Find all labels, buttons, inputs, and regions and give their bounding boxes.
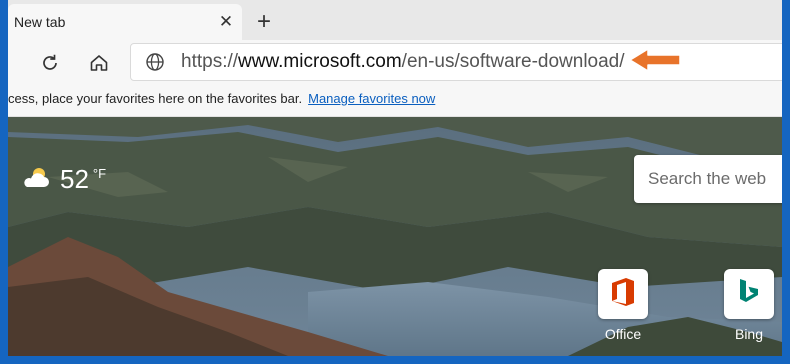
url-scheme: https:// xyxy=(181,51,239,72)
favorites-bar: cess, place your favorites here on the f… xyxy=(8,84,782,117)
tab-strip: New tab ✕ + xyxy=(8,0,782,40)
home-icon[interactable] xyxy=(84,48,114,78)
tab-title: New tab xyxy=(14,14,66,30)
web-search-box[interactable]: Search the web xyxy=(634,155,782,203)
weather-unit: °F xyxy=(92,166,107,181)
close-icon[interactable]: ✕ xyxy=(214,10,238,34)
bing-icon xyxy=(737,278,761,311)
office-icon xyxy=(610,277,636,312)
url-host: www.microsoft.com xyxy=(238,51,402,72)
screenshot-frame: New tab ✕ + https://www.microsoft.com/en… xyxy=(0,0,790,364)
browser-window: New tab ✕ + https://www.microsoft.com/en… xyxy=(8,0,782,356)
tab-new-tab[interactable]: New tab ✕ xyxy=(8,4,242,40)
address-bar[interactable]: https://www.microsoft.com/en-us/software… xyxy=(130,43,782,81)
search-placeholder: Search the web xyxy=(648,169,767,188)
refresh-icon[interactable] xyxy=(35,48,65,78)
quick-link-office-label[interactable]: Office xyxy=(583,326,663,342)
arrow-left-icon xyxy=(628,47,684,73)
manage-favorites-link[interactable]: Manage favorites now xyxy=(308,91,435,106)
url-text[interactable]: https://www.microsoft.com/en-us/software… xyxy=(181,51,625,73)
weather-widget[interactable]: 52 °F xyxy=(20,165,106,196)
favorites-message: cess, place your favorites here on the f… xyxy=(8,91,435,106)
quick-link-office[interactable] xyxy=(598,269,648,319)
plus-icon[interactable]: + xyxy=(250,8,278,36)
quick-link-bing[interactable] xyxy=(724,269,774,319)
landscape-background xyxy=(8,117,782,356)
weather-temperature: 52 xyxy=(60,164,89,194)
url-path: /en-us/software-download/ xyxy=(401,51,625,72)
new-tab-page: 52 °F Search the web Office Bing xyxy=(8,117,782,356)
favorites-message-text: cess, place your favorites here on the f… xyxy=(8,91,303,106)
partly-cloudy-icon xyxy=(20,165,52,196)
globe-icon[interactable] xyxy=(145,52,165,72)
quick-link-bing-label[interactable]: Bing xyxy=(709,326,782,342)
